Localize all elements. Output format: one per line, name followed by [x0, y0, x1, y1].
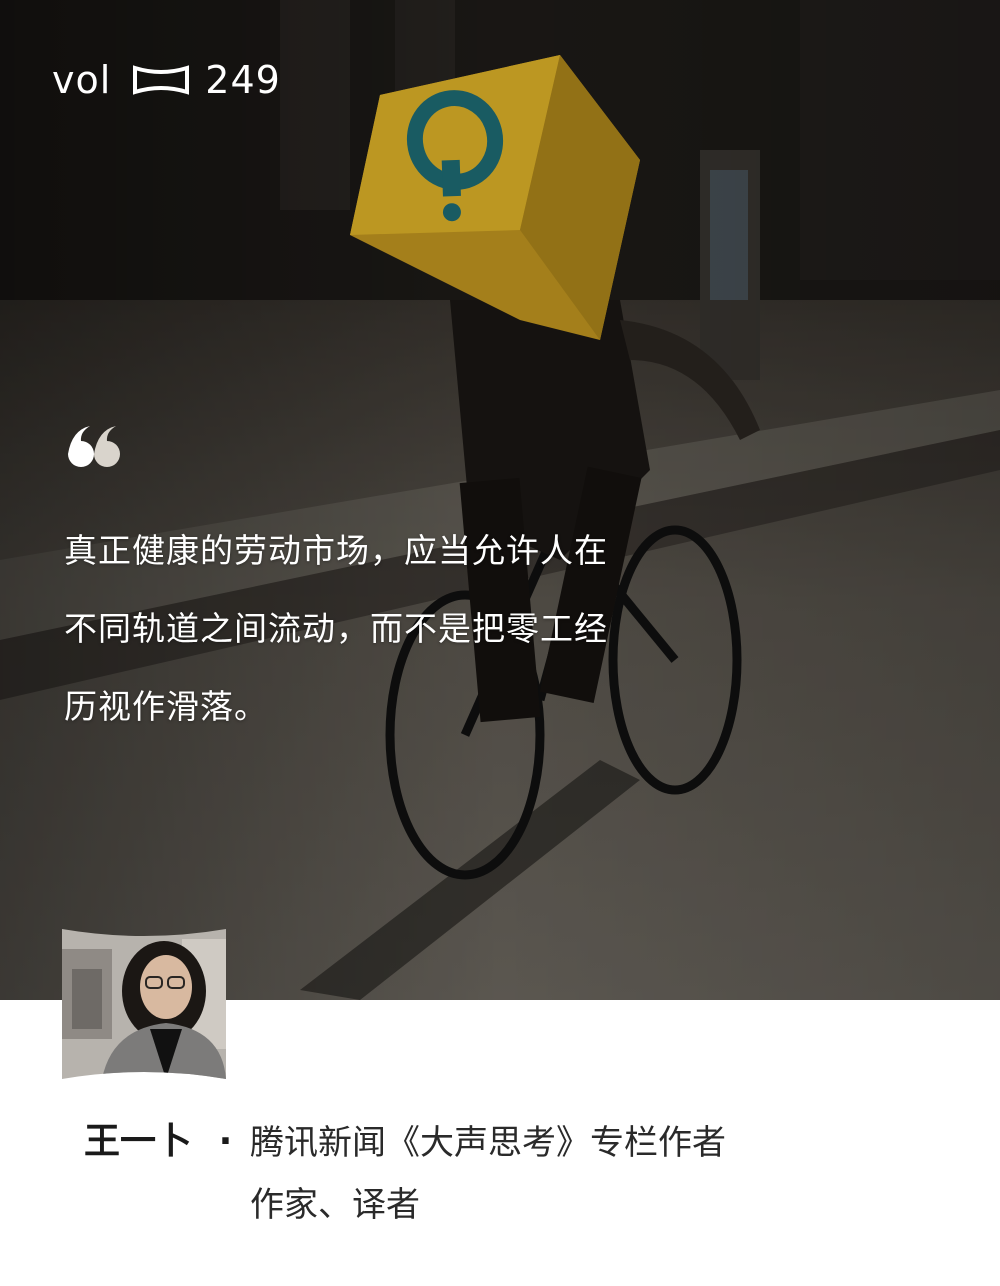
author-title-line-2: 作家、译者 — [250, 1185, 420, 1225]
author-title: 腾讯新闻《大声思考》专栏作者 作家、译者 — [250, 1112, 726, 1236]
vol-number: 249 — [205, 58, 281, 102]
hero-photo: vol 249 真正健康的劳动市场，应当允许人在 不同轨道之间流动，而不是把零工… — [0, 0, 1000, 1000]
cyclist-photo — [0, 0, 1000, 1000]
quote-line-2: 不同轨道之间流动，而不是把零工经 — [64, 609, 608, 648]
bracket-logo-icon — [133, 65, 190, 95]
quote-mark-icon — [68, 426, 120, 467]
author-name-text: 王一卜 — [84, 1121, 193, 1162]
author-portrait — [62, 929, 226, 1079]
quote-line-3: 历视作滑落。 — [64, 687, 268, 726]
author-avatar — [62, 929, 226, 1079]
quote-line-1: 真正健康的劳动市场，应当允许人在 — [64, 531, 608, 570]
author-separator: · — [218, 1121, 233, 1162]
quote-text: 真正健康的劳动市场，应当允许人在 不同轨道之间流动，而不是把零工经 历视作滑落。 — [64, 512, 704, 746]
vol-prefix: vol — [52, 58, 112, 102]
author-title-line-1: 腾讯新闻《大声思考》专栏作者 — [250, 1123, 726, 1163]
volume-label: vol 249 — [52, 52, 281, 108]
author-name: 王一卜 · — [84, 1112, 232, 1164]
